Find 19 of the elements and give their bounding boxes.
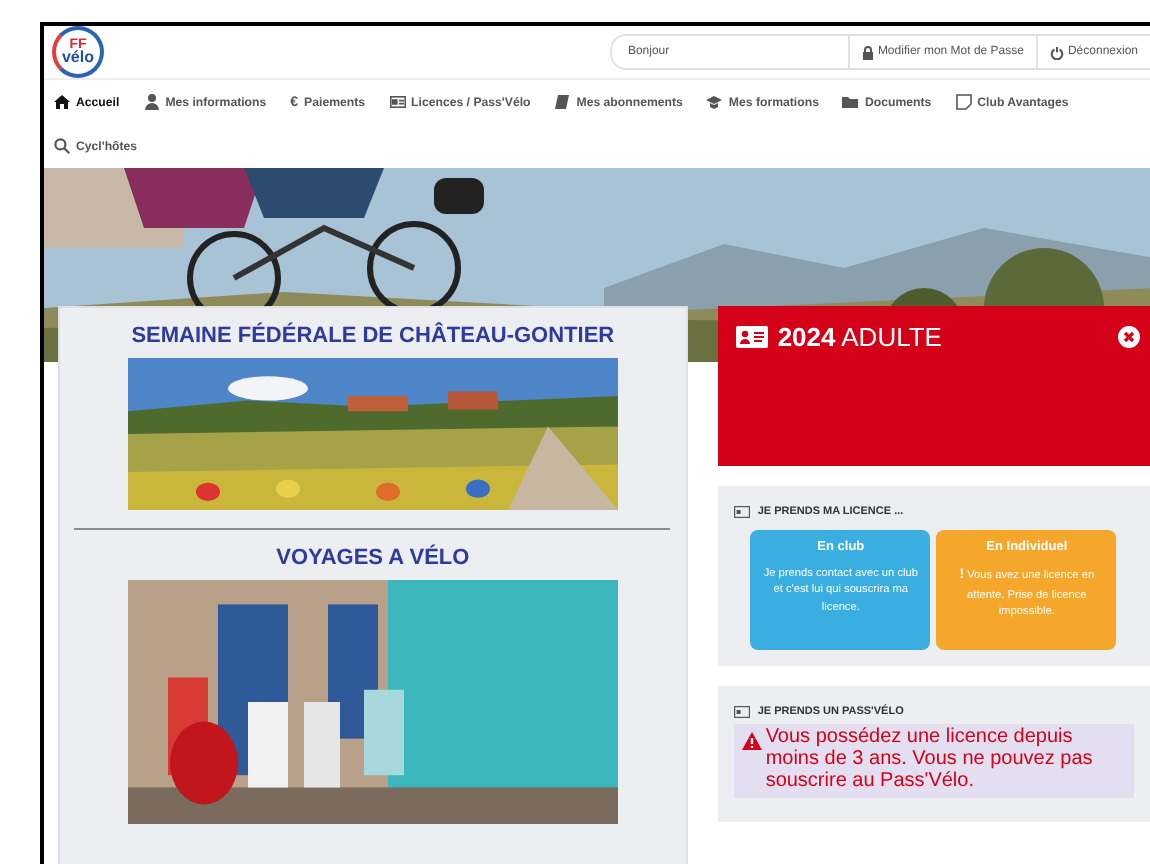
lock-icon xyxy=(861,45,874,59)
note-icon xyxy=(955,94,972,110)
user-icon xyxy=(143,94,160,110)
book-icon xyxy=(554,94,571,110)
promo-title: VOYAGES A VÉLO xyxy=(276,546,470,570)
power-icon xyxy=(1049,45,1064,59)
alert-text: Vous possédez une licence depuis moins de 3 ans. Vous ne pouvez pas souscrire au Pass'Vélo. xyxy=(765,726,1095,792)
warning-icon xyxy=(741,732,762,750)
id-card-icon xyxy=(735,326,768,348)
id-card-icon xyxy=(733,706,750,718)
close-icon[interactable] xyxy=(1118,326,1140,348)
graduation-cap-icon xyxy=(706,94,723,110)
home-icon xyxy=(54,94,70,110)
licence-title: 2024 ADULTE xyxy=(777,326,942,350)
promo-title: SEMAINE FÉDÉRALE DE CHÂTEAU-GONTIER xyxy=(131,324,615,348)
search-icon xyxy=(54,138,70,154)
id-card-icon xyxy=(733,506,750,518)
folder-icon xyxy=(842,94,859,110)
id-card-icon xyxy=(389,94,406,110)
